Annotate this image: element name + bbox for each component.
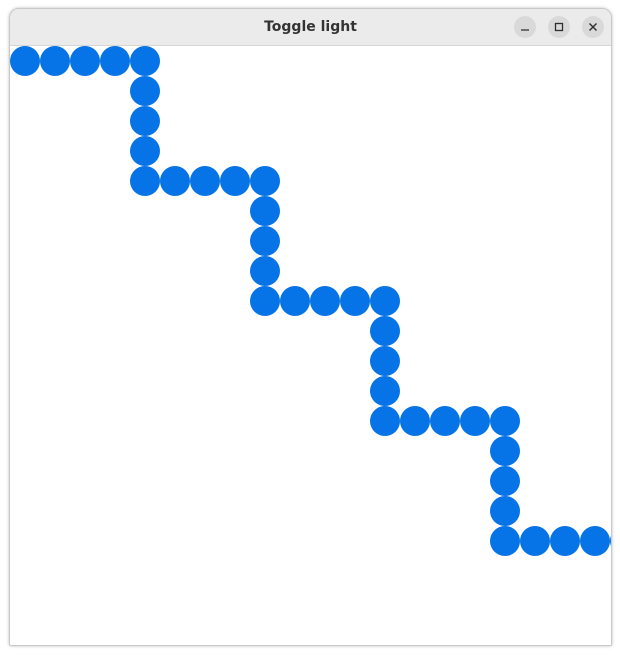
light-cell[interactable] (70, 46, 100, 76)
light-cell[interactable] (370, 286, 400, 316)
light-cell[interactable] (430, 406, 460, 436)
light-cell[interactable] (130, 76, 160, 106)
light-cell[interactable] (400, 406, 430, 436)
maximize-button[interactable] (548, 16, 570, 38)
light-cell[interactable] (490, 496, 520, 526)
light-cell[interactable] (550, 526, 580, 556)
light-cell[interactable] (220, 166, 250, 196)
light-cell[interactable] (130, 136, 160, 166)
light-cell[interactable] (160, 166, 190, 196)
maximize-icon (554, 22, 564, 32)
light-cell[interactable] (280, 286, 310, 316)
light-cell[interactable] (250, 196, 280, 226)
light-cell[interactable] (250, 256, 280, 286)
light-cell[interactable] (250, 166, 280, 196)
light-cell[interactable] (520, 526, 550, 556)
light-cell[interactable] (610, 526, 611, 556)
light-cell[interactable] (580, 526, 610, 556)
title-bar[interactable]: Toggle light (10, 9, 611, 46)
light-cell[interactable] (130, 166, 160, 196)
minimize-button[interactable] (514, 16, 536, 38)
light-cell[interactable] (100, 46, 130, 76)
light-cell[interactable] (370, 406, 400, 436)
light-cell[interactable] (310, 286, 340, 316)
close-icon (589, 23, 597, 31)
light-cell[interactable] (370, 316, 400, 346)
light-cell[interactable] (460, 406, 490, 436)
light-cell[interactable] (190, 166, 220, 196)
light-cell[interactable] (370, 376, 400, 406)
close-button[interactable] (582, 16, 604, 38)
light-cell[interactable] (130, 106, 160, 136)
light-cell[interactable] (250, 286, 280, 316)
app-window: Toggle light (9, 8, 612, 646)
minimize-icon (521, 29, 529, 31)
light-grid (10, 46, 611, 645)
light-cell[interactable] (40, 46, 70, 76)
light-cell[interactable] (250, 226, 280, 256)
light-cell[interactable] (370, 346, 400, 376)
light-cell[interactable] (10, 46, 40, 76)
light-cell[interactable] (490, 436, 520, 466)
light-cell[interactable] (490, 466, 520, 496)
light-cell[interactable] (340, 286, 370, 316)
light-cell[interactable] (490, 526, 520, 556)
light-cell[interactable] (490, 406, 520, 436)
light-cell[interactable] (130, 46, 160, 76)
